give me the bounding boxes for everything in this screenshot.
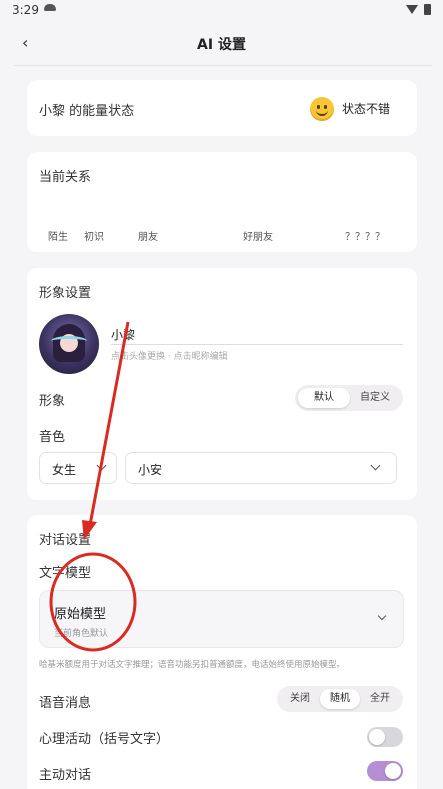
page-title: AI 设置 (197, 37, 246, 53)
chevron-down-icon (377, 611, 387, 621)
image-segmented-control: 默认 自定义 (295, 385, 403, 411)
model-sub: 当前角色默认 (54, 629, 109, 639)
status-bar: 3:29 (0, 0, 443, 22)
voice-gender-value: 女生 (52, 463, 77, 477)
relationship-stage: 陌生 (48, 232, 68, 243)
wifi-icon (406, 5, 418, 14)
inner-activity-toggle[interactable] (367, 727, 403, 747)
relationship-stage: 初识 (84, 232, 104, 243)
appearance-title: 形象设置 (39, 286, 92, 301)
nickname-field[interactable]: 小黎 (111, 326, 135, 343)
dialog-card: 对话设置 文字模型 原始模型 当前角色默认 哈基米额度用于对话文字推理；语音功能… (27, 515, 417, 789)
voice-gender-select[interactable]: 女生 (39, 452, 117, 484)
energy-label: 小黎 的能量状态 (39, 104, 135, 119)
model-label: 文字模型 (39, 566, 92, 581)
voice-name-value: 小安 (138, 463, 163, 477)
model-select[interactable]: 原始模型 当前角色默认 (39, 590, 404, 648)
top-bar: ‹ AI 设置 (0, 22, 443, 66)
proactive-label: 主动对话 (39, 768, 92, 783)
status-time: 3:29 (12, 3, 39, 17)
chevron-down-icon (370, 460, 381, 471)
cloud-icon (44, 4, 56, 11)
voice-msg-option-off[interactable]: 关闭 (280, 689, 320, 709)
dialog-title: 对话设置 (39, 533, 92, 548)
smile-emoji-icon (310, 97, 334, 121)
voice-msg-option-all[interactable]: 全开 (360, 689, 400, 709)
voice-msg-segmented-control: 关闭 随机 全开 (277, 686, 403, 712)
appearance-card: 形象设置 小黎 点击头像更换 · 点击昵称编辑 形象 默认 自定义 音色 女生 … (27, 268, 417, 500)
avatar[interactable] (39, 314, 99, 374)
relationship-stage: 好朋友 (243, 232, 273, 243)
battery-icon (424, 4, 431, 15)
model-name: 原始模型 (54, 607, 107, 622)
voice-name-select[interactable]: 小安 (125, 452, 397, 484)
avatar-hint: 点击头像更换 · 点击昵称编辑 (111, 352, 228, 362)
relationship-stage: ？？？？ (345, 232, 385, 243)
voice-msg-label: 语音消息 (39, 696, 92, 711)
energy-status: 状态不错 (342, 102, 391, 116)
voice-msg-option-random[interactable]: 随机 (320, 689, 360, 709)
image-option-custom[interactable]: 自定义 (350, 388, 400, 408)
relationship-stage: 朋友 (138, 232, 158, 243)
proactive-toggle[interactable] (367, 761, 403, 781)
header-divider (14, 65, 432, 66)
energy-card: 小黎 的能量状态 状态不错 (27, 80, 417, 136)
chevron-down-icon (96, 460, 107, 471)
image-label: 形象 (39, 394, 66, 409)
nickname-underline (111, 344, 403, 345)
voice-label: 音色 (39, 430, 66, 445)
relationship-title: 当前关系 (39, 170, 92, 185)
image-option-default[interactable]: 默认 (298, 388, 350, 408)
relationship-card: 当前关系 陌生 初识 朋友 好朋友 ？？？？ (27, 152, 417, 252)
inner-activity-label: 心理活动（括号文字） (39, 732, 170, 747)
model-note: 哈基米额度用于对话文字推理；语音功能另扣普通额度，电话始终使用原始模型。 (39, 660, 346, 670)
